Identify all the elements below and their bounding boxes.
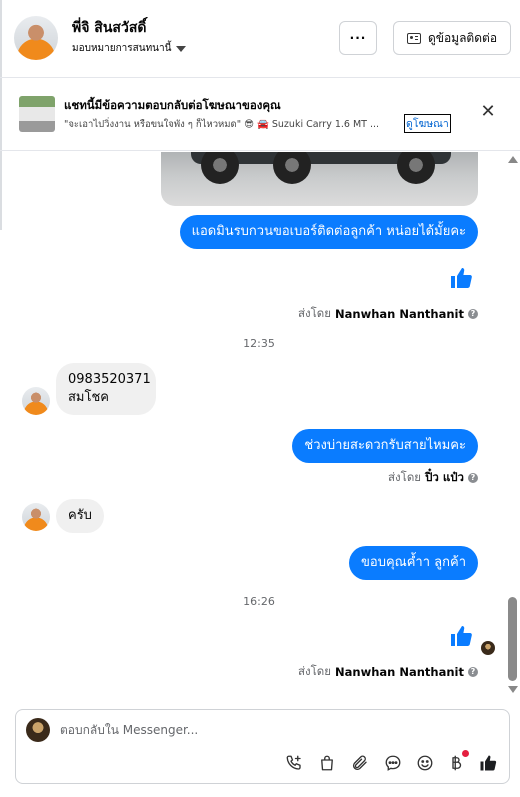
ad-banner-title: แชทนี้มีข้อความตอบกลับต่อโฆษณาของคุณ xyxy=(64,98,281,112)
timestamp: 12:35 xyxy=(243,337,275,350)
car-wheel xyxy=(397,152,435,184)
call-add-icon[interactable] xyxy=(284,753,304,773)
contact-avatar-small[interactable] xyxy=(22,387,50,415)
sender-name: ปิ๋ว แป๋ว xyxy=(425,470,464,484)
sender-name: Nanwhan Nanthanit xyxy=(335,307,464,321)
outgoing-message[interactable]: ขอบคุณค้ำา ลูกค้า xyxy=(349,546,478,580)
like-icon xyxy=(451,626,472,646)
ad-banner-subtitle: "จะเอาไปวิ่งงาน หรือขนใจพัง ๆ ก็ไหวหมด" … xyxy=(64,119,380,130)
reply-input[interactable] xyxy=(60,723,490,737)
seen-avatar xyxy=(481,641,495,655)
view-ad-link[interactable]: ดูโฆษณา xyxy=(404,114,451,133)
scroll-up-icon[interactable] xyxy=(508,156,518,163)
sent-by-label: ส่งโดย Nanwhan Nanthanit ? xyxy=(298,663,478,681)
contact-avatar-small[interactable] xyxy=(22,503,50,531)
conversation-header: พี่จิ สินสวัสดิ์ มอบหมายการสนทนานี้ ··· … xyxy=(0,0,520,78)
message-line: สมโชค xyxy=(68,390,110,405)
incoming-message[interactable]: 0983520371 สมโชค xyxy=(56,363,156,415)
page-avatar xyxy=(26,718,50,742)
notification-dot xyxy=(462,750,469,757)
ad-image-attachment[interactable] xyxy=(161,152,478,206)
sent-by-prefix: ส่งโดย xyxy=(388,470,422,484)
more-options-button[interactable]: ··· xyxy=(339,21,377,55)
car-wheel xyxy=(273,152,311,184)
thumbs-up-icon[interactable] xyxy=(478,753,498,773)
attachment-icon[interactable] xyxy=(350,753,370,773)
assign-label: มอบหมายการสนทนานี้ xyxy=(72,43,172,54)
like-icon xyxy=(451,268,472,288)
more-icon: ··· xyxy=(349,31,367,45)
message-line: 0983520371 xyxy=(68,372,151,387)
sent-by-prefix: ส่งโดย xyxy=(297,306,332,320)
scroll-down-icon[interactable] xyxy=(508,686,518,693)
chat-bubble-icon[interactable] xyxy=(383,753,403,773)
caret-down-icon xyxy=(176,45,187,52)
shopping-bag-icon[interactable] xyxy=(317,753,337,773)
assign-conversation-dropdown[interactable]: มอบหมายการสนทนานี้ xyxy=(72,41,187,56)
contact-card-icon xyxy=(406,32,421,44)
info-icon[interactable]: ? xyxy=(468,667,478,677)
contact-avatar[interactable] xyxy=(14,16,58,60)
sender-name: Nanwhan Nanthanit xyxy=(335,665,464,679)
view-contact-button[interactable]: ดูข้อมูลติดต่อ xyxy=(393,21,511,55)
emoji-icon[interactable] xyxy=(415,753,435,773)
scrollbar-thumb[interactable] xyxy=(508,597,517,681)
close-icon[interactable]: ✕ xyxy=(480,103,496,121)
message-thread: แอดมินรบกวนขอเบอร์ติดต่อลูกค้า หน่อยได้ม… xyxy=(0,152,506,697)
info-icon[interactable]: ? xyxy=(468,473,478,483)
info-icon[interactable]: ? xyxy=(468,309,478,319)
timestamp: 16:26 xyxy=(243,595,275,608)
sent-by-prefix: ส่งโดย xyxy=(297,664,332,678)
sent-by-label: ส่งโดย Nanwhan Nanthanit ? xyxy=(298,305,478,323)
ad-reply-banner: แชทนี้มีข้อความตอบกลับต่อโฆษณาของคุณ "จะ… xyxy=(0,79,520,151)
ad-thumbnail xyxy=(19,96,55,132)
sent-by-label: ส่งโดย ปิ๋ว แป๋ว ? xyxy=(388,469,478,487)
contact-name[interactable]: พี่จิ สินสวัสดิ์ xyxy=(72,17,146,39)
incoming-message[interactable]: ครับ xyxy=(56,499,104,533)
message-composer xyxy=(15,709,510,784)
car-wheel xyxy=(201,152,239,184)
view-contact-label: ดูข้อมูลติดต่อ xyxy=(427,30,498,45)
outgoing-message[interactable]: แอดมินรบกวนขอเบอร์ติดต่อลูกค้า หน่อยได้ม… xyxy=(179,215,478,249)
outgoing-message[interactable]: ช่วงบ่ายสะดวกรับสายไหมคะ xyxy=(292,429,478,463)
